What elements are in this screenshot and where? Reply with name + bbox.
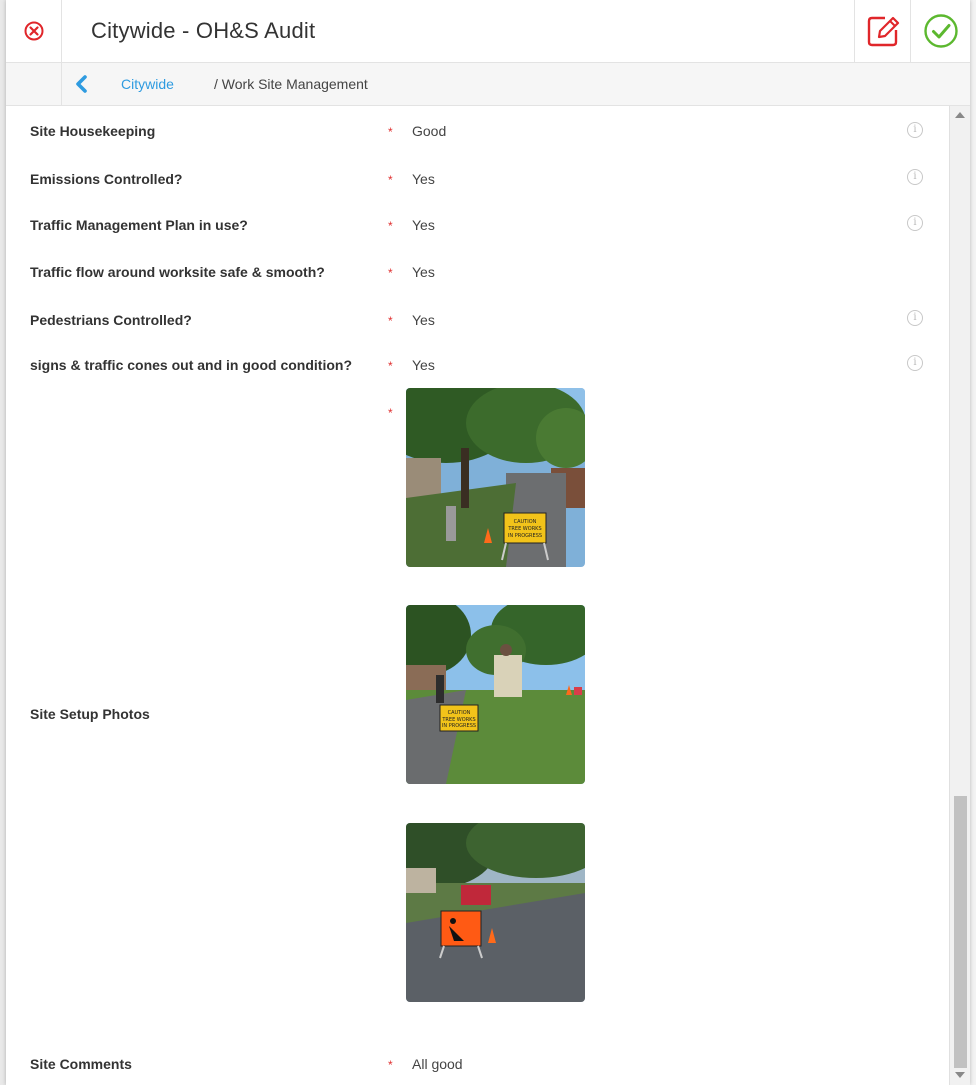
field-site-housekeeping: Site Housekeeping * Good i xyxy=(6,106,946,155)
field-site-setup-photos: Site Setup Photos * CAUTION TREE WORKS I… xyxy=(6,388,946,1041)
field-emissions-controlled: Emissions Controlled? * Yes i xyxy=(6,154,946,201)
field-site-comments: Site Comments * All good xyxy=(6,1040,946,1085)
title-bar: Citywide - OH&S Audit xyxy=(6,0,970,63)
required-marker: * xyxy=(388,219,393,233)
info-icon[interactable]: i xyxy=(907,169,923,185)
audit-dialog: Citywide - OH&S Audit Citywide / Work Si… xyxy=(6,0,970,1085)
scroll-up-arrow-icon[interactable] xyxy=(955,112,965,118)
scrollbar-thumb[interactable] xyxy=(954,796,967,1068)
svg-text:CAUTION: CAUTION xyxy=(514,519,537,525)
field-label: Site Comments xyxy=(30,1056,132,1072)
svg-text:CAUTION: CAUTION xyxy=(448,710,471,716)
field-label: Site Housekeeping xyxy=(30,123,156,139)
field-label: signs & traffic cones out and in good co… xyxy=(30,357,352,373)
back-button[interactable] xyxy=(70,72,94,96)
site-photo-3[interactable] xyxy=(406,823,585,1002)
field-value: Yes xyxy=(412,312,435,328)
field-value: Yes xyxy=(412,357,435,373)
required-marker: * xyxy=(388,406,393,420)
field-label: Emissions Controlled? xyxy=(30,171,183,187)
svg-text:IN PROGRESS: IN PROGRESS xyxy=(508,533,542,539)
vertical-scrollbar[interactable] xyxy=(949,106,970,1085)
field-label: Traffic flow around worksite safe & smoo… xyxy=(30,264,325,280)
breadcrumb-current: / Work Site Management xyxy=(214,76,368,92)
page-title: Citywide - OH&S Audit xyxy=(91,18,316,43)
close-circle-icon xyxy=(24,21,43,41)
edit-button[interactable] xyxy=(854,0,911,62)
field-value: Yes xyxy=(412,264,435,280)
field-signs-traffic-cones: signs & traffic cones out and in good co… xyxy=(6,341,946,389)
required-marker: * xyxy=(388,359,393,373)
field-value: All good xyxy=(412,1056,463,1072)
site-photo-2[interactable]: CAUTION TREE WORKS IN PROGRESS xyxy=(406,605,585,784)
svg-text:IN PROGRESS: IN PROGRESS xyxy=(442,723,476,729)
required-marker: * xyxy=(388,125,393,139)
required-marker: * xyxy=(388,314,393,328)
site-photo-1[interactable]: CAUTION TREE WORKS IN PROGRESS xyxy=(406,388,585,567)
info-icon[interactable]: i xyxy=(907,122,923,138)
breadcrumb: Citywide / Work Site Management xyxy=(6,63,970,106)
form-content: Site Housekeeping * Good i Emissions Con… xyxy=(6,106,946,1085)
info-icon[interactable]: i xyxy=(907,355,923,371)
required-marker: * xyxy=(388,266,393,280)
check-circle-icon xyxy=(924,14,958,48)
field-traffic-flow: Traffic flow around worksite safe & smoo… xyxy=(6,247,946,296)
svg-text:TREE WORKS: TREE WORKS xyxy=(507,526,541,532)
field-value: Yes xyxy=(412,217,435,233)
field-pedestrians-controlled: Pedestrians Controlled? * Yes i xyxy=(6,295,946,342)
field-label: Site Setup Photos xyxy=(30,706,150,722)
scroll-down-arrow-icon[interactable] xyxy=(955,1072,965,1078)
field-label: Pedestrians Controlled? xyxy=(30,312,192,328)
info-icon[interactable]: i xyxy=(907,215,923,231)
field-traffic-management-plan: Traffic Management Plan in use? * Yes i xyxy=(6,200,946,248)
chevron-left-icon xyxy=(76,75,87,93)
info-icon[interactable]: i xyxy=(907,310,923,326)
confirm-button[interactable] xyxy=(910,0,970,62)
required-marker: * xyxy=(388,173,393,187)
required-marker: * xyxy=(388,1058,393,1072)
field-value: Good xyxy=(412,123,447,139)
field-value: Yes xyxy=(412,171,435,187)
breadcrumb-link-citywide[interactable]: Citywide xyxy=(121,76,174,92)
field-label: Traffic Management Plan in use? xyxy=(30,217,248,233)
close-button[interactable] xyxy=(6,0,62,62)
edit-icon xyxy=(867,16,900,47)
